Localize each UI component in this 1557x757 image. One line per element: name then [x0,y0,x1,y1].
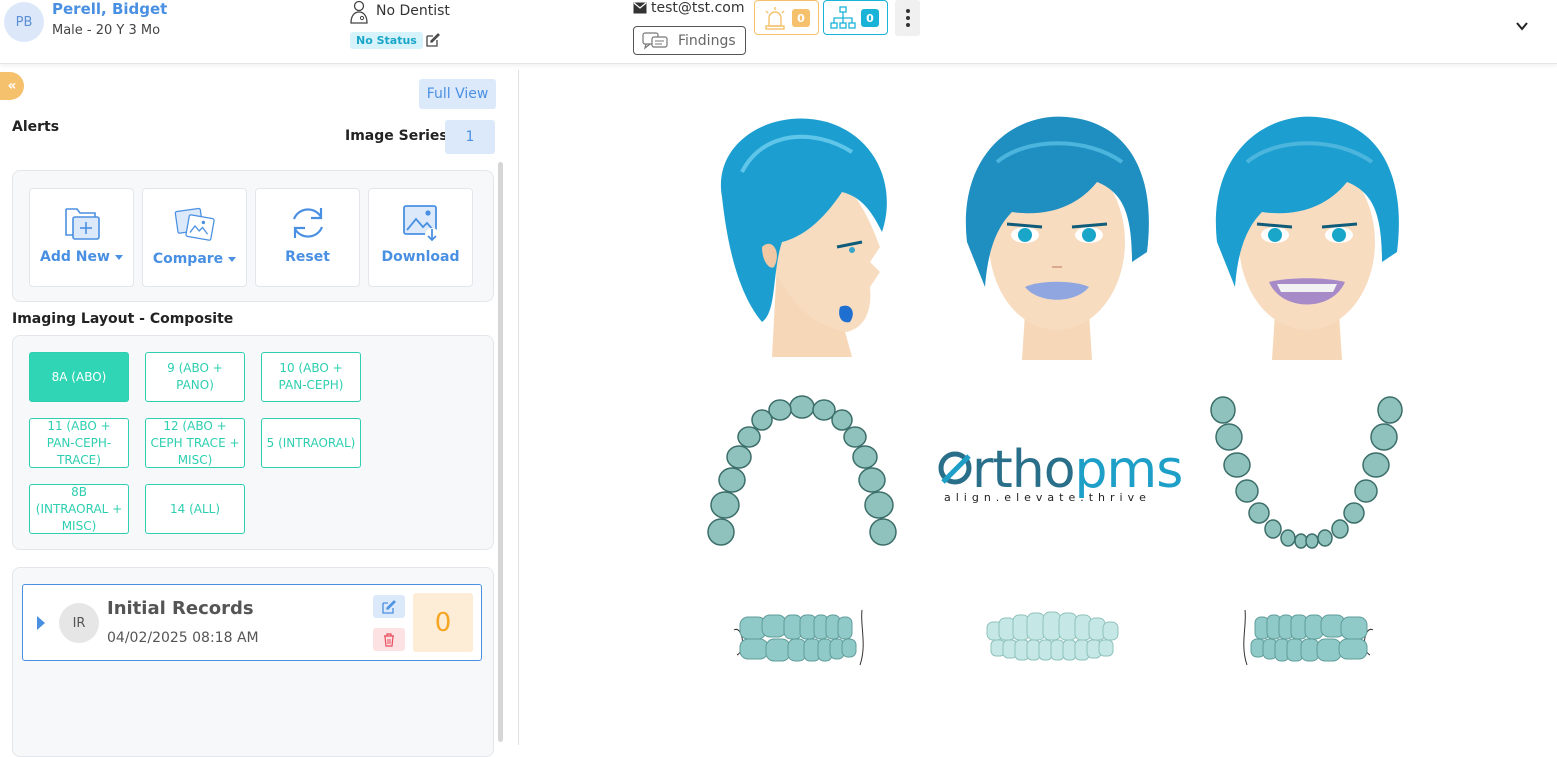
refresh-icon [292,208,323,238]
layout-button-14[interactable]: 14 (ALL) [145,484,245,534]
layout-button-5[interactable]: 5 (INTRAORAL) [261,418,361,468]
findings-button[interactable]: Findings [633,26,746,55]
patient-email[interactable]: test@tst.com [651,0,745,16]
alerts-count: 0 [792,9,810,27]
record-title[interactable]: Initial Records [107,598,254,619]
frontal-intraoral-photo[interactable] [985,610,1120,665]
reset-button[interactable]: Reset [255,188,360,287]
right-buccal-photo[interactable] [732,605,872,670]
sidebar-scrollbar[interactable] [498,162,503,742]
caret-down-icon [114,254,123,260]
image-series-label: Image Series [345,128,448,144]
expand-arrow-icon[interactable] [37,616,45,630]
profile-face-photo[interactable] [702,112,902,362]
delete-record-button[interactable] [373,628,405,651]
upper-occlusal-photo[interactable] [707,395,897,550]
patient-header: PB Perell, Bidget Male - 20 Y 3 Mo No De… [0,0,1557,64]
dentist-label[interactable]: No Dentist [376,3,450,19]
alerts-button[interactable]: 0 [754,0,819,35]
full-view-button[interactable]: Full View [419,79,496,109]
layout-button-10[interactable]: 10 (ABO + PAN-CEPH) [261,352,361,402]
chevron-down-icon[interactable] [1514,18,1530,34]
findings-label: Findings [678,32,736,49]
add-folder-icon [64,208,100,240]
compare-images-icon [174,207,215,241]
download-label: Download [381,249,460,265]
record-date: 04/02/2025 08:18 AM [107,630,259,646]
add-new-button[interactable]: Add New [29,188,134,287]
image-series-list: IR Initial Records 04/02/2025 08:18 AM 0 [12,567,494,757]
orthopms-logo-icon [938,451,972,485]
siren-icon [765,7,785,30]
record-image-count: 0 [413,593,473,652]
sitemap-icon [830,6,856,29]
download-button[interactable]: Download [368,188,473,287]
reset-label: Reset [285,249,330,265]
layout-button-11[interactable]: 11 (ABO + PAN-CEPH-TRACE) [29,418,129,468]
layout-button-8b[interactable]: 8B (INTRAORAL + MISC) [29,484,129,534]
imaging-sidebar: Full View Alerts Image Series 1 Add New … [0,70,519,757]
edit-icon [382,599,396,614]
record-avatar: IR [59,603,99,643]
patient-avatar[interactable]: PB [4,2,44,42]
layout-button-9[interactable]: 9 (ABO + PANO) [145,352,245,402]
smile-face-photo[interactable] [1207,112,1407,362]
frontal-face-photo[interactable] [957,112,1157,362]
trash-icon [384,632,394,647]
status-badge: No Status [350,32,423,49]
hierarchy-count: 0 [861,9,879,27]
hierarchy-button[interactable]: 0 [823,0,888,35]
kebab-dot-icon [905,23,910,27]
caret-down-icon [228,256,237,262]
download-image-icon [402,205,439,242]
alerts-heading: Alerts [12,119,60,135]
lower-occlusal-photo[interactable] [1209,395,1404,550]
imaging-layout-title: Imaging Layout - Composite [12,311,234,327]
compare-label: Compare [152,251,224,267]
compare-button[interactable]: Compare [142,188,247,287]
layout-button-12[interactable]: 12 (ABO + CEPH TRACE + MISC) [145,418,245,468]
dentist-icon [350,0,368,24]
image-tools-panel: Add New Compare Reset Download [12,170,494,302]
logo-tagline: align.elevate.thrive [944,491,1151,504]
add-new-label: Add New [40,249,110,265]
envelope-icon [633,2,647,14]
kebab-dot-icon [905,9,910,13]
series-record[interactable]: IR Initial Records 04/02/2025 08:18 AM 0 [22,584,482,661]
layout-button-8a[interactable]: 8A (ABO) [29,352,129,402]
left-buccal-photo[interactable] [1235,605,1375,670]
kebab-dot-icon [905,16,910,20]
chat-icon [642,31,668,50]
edit-record-button[interactable] [373,595,405,618]
layout-options-panel: 8A (ABO) 9 (ABO + PANO) 10 (ABO + PAN-CE… [12,335,494,550]
patient-name[interactable]: Perell, Bidget [52,0,167,18]
edit-status-icon[interactable] [425,32,441,48]
composite-image-viewer: rthopms align.elevate.thrive [527,70,1557,745]
patient-demographics: Male - 20 Y 3 Mo [52,23,161,38]
image-series-count[interactable]: 1 [445,120,495,154]
more-options-button[interactable] [895,0,920,36]
